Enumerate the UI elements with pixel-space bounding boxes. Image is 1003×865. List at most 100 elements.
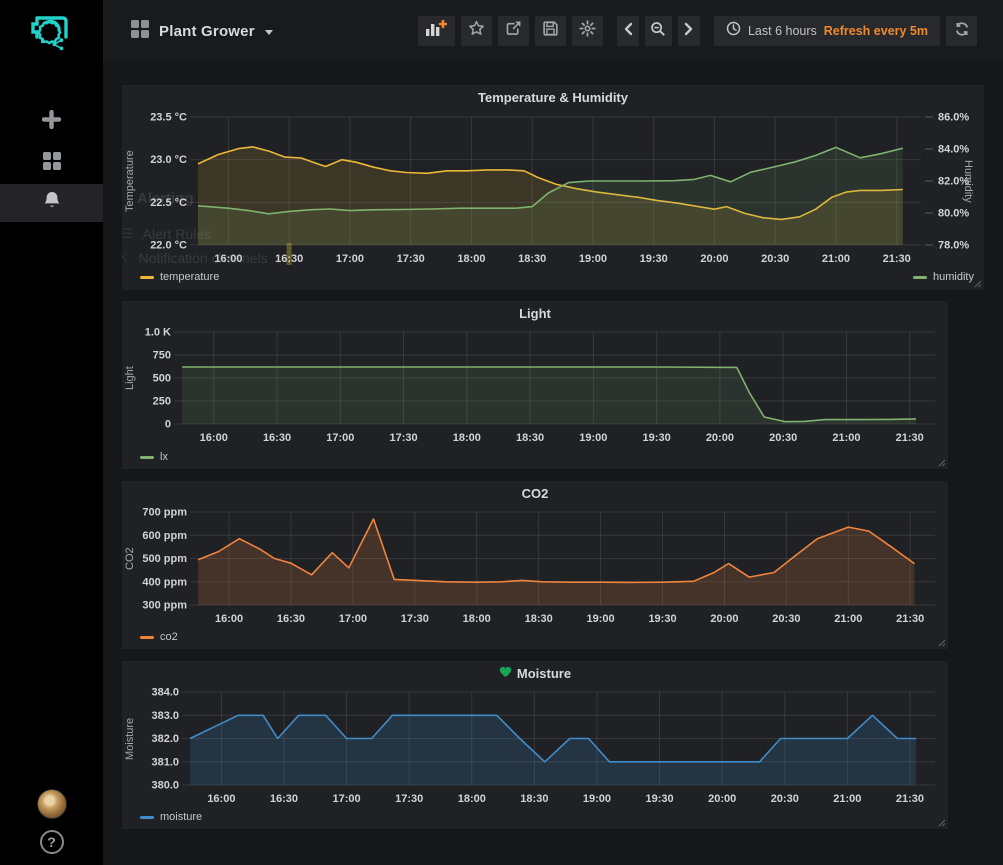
svg-text:400 ppm: 400 ppm bbox=[142, 576, 187, 588]
panel-title[interactable]: Temperature & Humidity bbox=[122, 90, 984, 105]
legend-color-swatch bbox=[913, 276, 927, 279]
svg-text:21:00: 21:00 bbox=[833, 793, 861, 805]
time-range-picker[interactable]: Last 6 hours Refresh every 5m bbox=[714, 16, 940, 46]
svg-text:21:30: 21:30 bbox=[896, 613, 924, 625]
page-title: Plant Grower bbox=[159, 23, 255, 40]
share-button[interactable] bbox=[498, 16, 529, 46]
svg-text:500: 500 bbox=[153, 373, 171, 385]
panel-title[interactable]: Moisture bbox=[122, 666, 948, 681]
svg-text:600 ppm: 600 ppm bbox=[142, 530, 187, 542]
y-axis-label-co2: CO2 bbox=[124, 512, 136, 605]
dashboard-title-picker[interactable]: Plant Grower bbox=[131, 20, 273, 43]
panel-resize-handle[interactable] bbox=[938, 459, 946, 467]
svg-text:18:00: 18:00 bbox=[457, 253, 485, 265]
svg-text:20:30: 20:30 bbox=[772, 613, 800, 625]
svg-text:16:00: 16:00 bbox=[214, 253, 242, 265]
svg-text:21:00: 21:00 bbox=[834, 613, 862, 625]
svg-text:20:00: 20:00 bbox=[706, 432, 734, 444]
sidebar-item-create[interactable] bbox=[0, 103, 103, 141]
svg-text:18:30: 18:30 bbox=[516, 432, 544, 444]
light-chart[interactable]: 1.0 K750500250016:0016:3017:0017:3018:00… bbox=[122, 301, 948, 469]
sidebar-item-alerting[interactable] bbox=[0, 184, 103, 222]
svg-text:18:30: 18:30 bbox=[525, 613, 553, 625]
time-back-button[interactable] bbox=[617, 16, 639, 46]
svg-text:19:00: 19:00 bbox=[579, 432, 607, 444]
svg-text:21:00: 21:00 bbox=[832, 432, 860, 444]
svg-text:384.0: 384.0 bbox=[151, 687, 179, 699]
svg-text:19:00: 19:00 bbox=[587, 613, 615, 625]
legend-humidity[interactable]: humidity bbox=[913, 271, 974, 283]
panel-temperature-humidity: Temperature & Humidity Temperature Humid… bbox=[122, 85, 984, 290]
y-axis-label-moisture: Moisture bbox=[124, 692, 136, 785]
legend-moisture[interactable]: moisture bbox=[140, 811, 202, 823]
time-forward-button[interactable] bbox=[678, 16, 700, 46]
chevron-down-icon bbox=[265, 30, 273, 35]
svg-text:17:00: 17:00 bbox=[326, 432, 354, 444]
svg-text:380.0: 380.0 bbox=[151, 780, 179, 792]
svg-text:16:00: 16:00 bbox=[200, 432, 228, 444]
svg-text:22.5 °C: 22.5 °C bbox=[150, 197, 187, 209]
save-button[interactable] bbox=[535, 16, 566, 46]
legend-color-swatch bbox=[140, 816, 154, 819]
legend-color-swatch bbox=[140, 636, 154, 639]
svg-text:19:00: 19:00 bbox=[579, 253, 607, 265]
svg-text:0: 0 bbox=[165, 419, 171, 431]
panel-resize-handle[interactable] bbox=[974, 280, 982, 288]
legend-lx[interactable]: lx bbox=[140, 451, 168, 463]
svg-text:17:30: 17:30 bbox=[397, 253, 425, 265]
refresh-button[interactable] bbox=[946, 16, 977, 46]
add-panel-button[interactable] bbox=[418, 16, 455, 46]
sidebar-help[interactable]: ? bbox=[0, 830, 103, 854]
sidebar: ? bbox=[0, 0, 103, 865]
legend-co2[interactable]: co2 bbox=[140, 631, 178, 643]
user-avatar[interactable] bbox=[37, 789, 67, 819]
panel-resize-handle[interactable] bbox=[938, 639, 946, 647]
panel-title[interactable]: CO2 bbox=[122, 486, 948, 501]
sidebar-item-dashboards[interactable] bbox=[0, 144, 103, 182]
svg-text:382.0: 382.0 bbox=[151, 733, 179, 745]
settings-button[interactable] bbox=[572, 16, 603, 46]
svg-text:19:30: 19:30 bbox=[645, 793, 673, 805]
plus-icon bbox=[42, 110, 61, 134]
toolbar: Last 6 hours Refresh every 5m bbox=[412, 16, 977, 46]
svg-text:21:30: 21:30 bbox=[883, 253, 911, 265]
y-axis-label-light: Light bbox=[124, 332, 136, 424]
grid-icon bbox=[42, 151, 62, 176]
sidebar-profile[interactable] bbox=[0, 789, 103, 819]
svg-text:19:00: 19:00 bbox=[583, 793, 611, 805]
legend-label: humidity bbox=[933, 271, 974, 283]
co2-chart[interactable]: 700 ppm600 ppm500 ppm400 ppm300 ppm16:00… bbox=[122, 481, 948, 649]
chevron-left-icon bbox=[623, 22, 633, 41]
legend-temperature[interactable]: temperature bbox=[140, 271, 219, 283]
grafana-app: ? Plant Grower bbox=[0, 0, 1003, 865]
svg-text:20:00: 20:00 bbox=[700, 253, 728, 265]
temperature-humidity-chart[interactable]: 23.5 °C23.0 °C22.5 °C22.0 °C16:0016:3017… bbox=[122, 85, 984, 290]
svg-text:21:30: 21:30 bbox=[896, 432, 924, 444]
save-icon bbox=[542, 20, 559, 42]
svg-text:18:00: 18:00 bbox=[453, 432, 481, 444]
svg-text:20:30: 20:30 bbox=[761, 253, 789, 265]
panel-title[interactable]: Light bbox=[122, 306, 948, 321]
legend-label: moisture bbox=[160, 811, 202, 823]
y-axis-label-humidity: Humidity bbox=[962, 117, 974, 245]
svg-text:300 ppm: 300 ppm bbox=[142, 600, 187, 612]
svg-text:17:30: 17:30 bbox=[389, 432, 417, 444]
svg-text:21:00: 21:00 bbox=[822, 253, 850, 265]
svg-text:19:30: 19:30 bbox=[648, 613, 676, 625]
moisture-chart[interactable]: 384.0383.0382.0381.0380.016:0016:3017:00… bbox=[122, 661, 948, 829]
legend-color-swatch bbox=[140, 456, 154, 459]
app-logo-icon[interactable] bbox=[21, 4, 83, 60]
chevron-right-icon bbox=[684, 22, 694, 41]
svg-text:17:30: 17:30 bbox=[395, 793, 423, 805]
help-icon[interactable]: ? bbox=[40, 830, 64, 854]
panel-resize-handle[interactable] bbox=[938, 819, 946, 827]
bell-icon bbox=[42, 190, 62, 216]
svg-text:18:00: 18:00 bbox=[463, 613, 491, 625]
svg-text:23.5 °C: 23.5 °C bbox=[150, 112, 187, 124]
zoom-out-button[interactable] bbox=[645, 16, 672, 46]
dashboard-grid-icon bbox=[131, 20, 149, 43]
svg-text:16:30: 16:30 bbox=[270, 793, 298, 805]
svg-text:17:00: 17:00 bbox=[339, 613, 367, 625]
star-button[interactable] bbox=[461, 16, 492, 46]
refresh-icon bbox=[954, 21, 970, 42]
